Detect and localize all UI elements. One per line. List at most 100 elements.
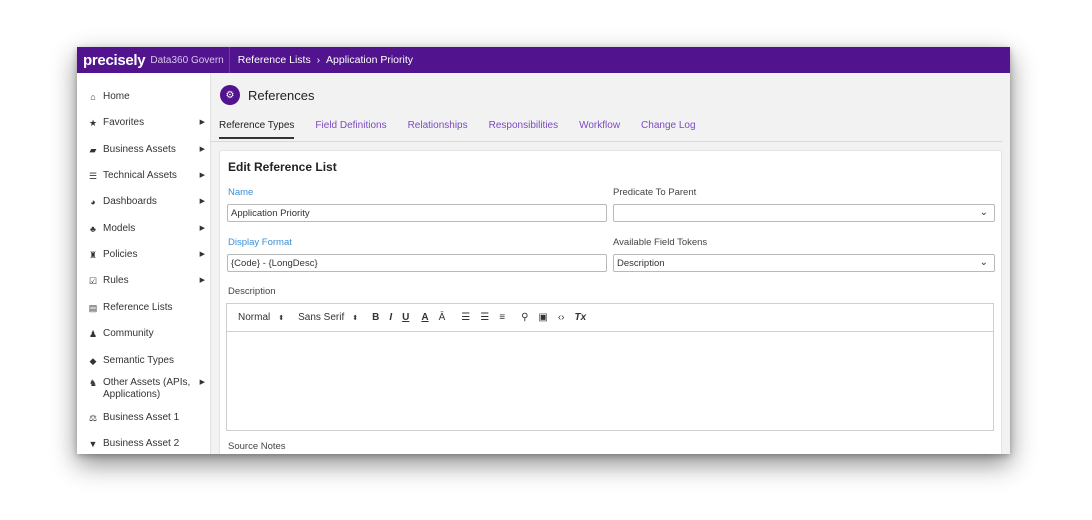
- sidebar-item-semantic-types[interactable]: ◆ Semantic Types: [77, 355, 210, 367]
- filter-icon: ▼: [88, 439, 98, 449]
- breadcrumb-separator-icon: ›: [316, 54, 321, 66]
- caret-right-icon: ▶: [199, 119, 205, 126]
- app-window: precisely Data360 Govern Reference Lists…: [77, 47, 1010, 454]
- bold-button[interactable]: B: [372, 312, 379, 324]
- description-label: Description: [228, 286, 276, 297]
- caret-right-icon: ▶: [199, 225, 205, 232]
- predicate-label: Predicate To Parent: [613, 187, 697, 198]
- book-icon: ▰: [89, 145, 97, 155]
- sidebar-item-label: Business Assets: [103, 144, 176, 155]
- tab-change-log[interactable]: Change Log: [641, 120, 696, 139]
- sidebar-item-business-asset-2[interactable]: ▼ Business Asset 2: [77, 438, 210, 450]
- top-bar: precisely Data360 Govern Reference Lists…: [77, 47, 1010, 73]
- product-name: Data360 Govern: [150, 54, 224, 66]
- main-content: ⚙ References Reference Types Field Defini…: [211, 73, 1010, 454]
- header-divider: [228, 47, 230, 73]
- caret-right-icon: ▶: [199, 172, 205, 179]
- sidebar-item-label: Other Assets (APIs, Applications): [103, 377, 191, 400]
- users-icon: ♟: [88, 329, 98, 339]
- predicate-select[interactable]: ⌄: [613, 204, 995, 222]
- tab-field-definitions[interactable]: Field Definitions: [315, 120, 386, 139]
- caret-right-icon: ▶: [199, 198, 205, 205]
- edit-reference-card: Edit Reference List Name Application Pri…: [219, 150, 1002, 454]
- tab-relationships[interactable]: Relationships: [408, 120, 468, 139]
- tab-reference-types[interactable]: Reference Types: [219, 120, 295, 139]
- sidebar: ⌂ Home ★ Favorites ▶ ▰ Business Assets ▶ ☰ Techni…: [77, 73, 211, 454]
- sidebar-item-policies[interactable]: ♜ Policies ▶: [77, 249, 210, 261]
- tab-responsibilities[interactable]: Responsibilities: [489, 120, 558, 139]
- sidebar-item-label: Business Asset 2: [103, 438, 180, 449]
- tokens-select[interactable]: Description ⌄: [613, 254, 995, 272]
- font-select[interactable]: Sans Serif ⬍: [298, 312, 358, 323]
- sidebar-item-label: Policies: [103, 249, 138, 260]
- ordered-list-button[interactable]: ☰: [461, 312, 470, 324]
- references-gear-icon: ⚙: [220, 85, 240, 105]
- format-select-value: Normal: [238, 312, 271, 323]
- sidebar-item-label: Home: [103, 91, 130, 102]
- list-icon: ▤: [88, 303, 98, 313]
- sidebar-item-home[interactable]: ⌂ Home: [77, 91, 210, 103]
- brand-logo[interactable]: precisely: [83, 52, 146, 69]
- editor-toolbar: Normal ⬍ Sans Serif ⬍ B I U A Ā ☰ ☰ ≡ ⚲ ▣ ‹› Tx: [227, 304, 993, 332]
- name-input[interactable]: Application Priority: [227, 204, 607, 222]
- tab-divider: [211, 141, 1002, 142]
- breadcrumb-reference-lists[interactable]: Reference Lists: [238, 54, 311, 66]
- image-button[interactable]: ▣: [538, 312, 547, 324]
- page-title: References: [248, 87, 315, 103]
- caret-right-icon: ▶: [199, 251, 205, 258]
- chevron-down-icon: ⌄: [979, 207, 988, 218]
- breadcrumb: Reference Lists › Application Priority: [238, 54, 413, 66]
- star-icon: ★: [88, 118, 98, 128]
- align-button[interactable]: ≡: [499, 312, 505, 324]
- tab-workflow[interactable]: Workflow: [579, 120, 620, 139]
- sidebar-item-rules[interactable]: ☑ Rules ▶: [77, 275, 210, 287]
- sidebar-item-community[interactable]: ♟ Community: [77, 328, 210, 340]
- description-editor: Normal ⬍ Sans Serif ⬍ B I U A Ā ☰ ☰ ≡ ⚲ ▣ ‹› Tx: [226, 303, 994, 431]
- sidebar-item-other-assets-apis-applications[interactable]: ♞ Other Assets (APIs, Applications) ▶: [77, 377, 210, 401]
- tokens-value: Description: [617, 258, 665, 269]
- caret-right-icon: ▶: [199, 277, 205, 284]
- updown-icon: ⬍: [278, 314, 285, 322]
- code-button[interactable]: ‹›: [558, 312, 565, 324]
- tags-icon: ◆: [89, 356, 97, 366]
- italic-button[interactable]: I: [389, 312, 392, 324]
- description-textarea[interactable]: [227, 332, 993, 430]
- form-title: Edit Reference List: [228, 160, 337, 174]
- sidebar-item-dashboards[interactable]: ◕ Dashboards ▶: [77, 196, 210, 208]
- checkbox-icon: ☑: [88, 276, 98, 286]
- underline-button[interactable]: U: [402, 312, 409, 324]
- sidebar-item-business-assets[interactable]: ▰ Business Assets ▶: [77, 144, 210, 156]
- sidebar-item-models[interactable]: ♣ Models ▶: [77, 223, 210, 235]
- sidebar-item-business-asset-1[interactable]: ⚖ Business Asset 1: [77, 412, 210, 424]
- home-icon: ⌂: [90, 92, 96, 102]
- caret-right-icon: ▶: [199, 146, 205, 153]
- caret-right-icon: ▶: [199, 379, 205, 386]
- binoculars-icon: ♞: [88, 378, 98, 388]
- link-button[interactable]: ⚲: [521, 312, 528, 324]
- sidebar-item-technical-assets[interactable]: ☰ Technical Assets ▶: [77, 170, 210, 182]
- tab-bar: Reference Types Field Definitions Relation…: [219, 120, 717, 139]
- chevron-down-icon: ⌄: [979, 257, 988, 268]
- display-format-label: Display Format: [228, 237, 292, 248]
- name-label: Name: [228, 187, 254, 198]
- sitemap-icon: ♣: [90, 224, 96, 234]
- font-select-value: Sans Serif: [298, 312, 345, 323]
- sidebar-item-reference-lists[interactable]: ▤ Reference Lists: [77, 302, 210, 314]
- section-header: ⚙ References: [220, 85, 314, 105]
- clear-format-button[interactable]: Tx: [575, 312, 587, 324]
- database-icon: ☰: [88, 171, 98, 181]
- sidebar-item-label: Favorites: [103, 117, 145, 128]
- highlight-button[interactable]: Ā: [439, 312, 446, 324]
- breadcrumb-current: Application Priority: [326, 54, 413, 66]
- sidebar-item-favorites[interactable]: ★ Favorites ▶: [77, 117, 210, 129]
- bullet-list-button[interactable]: ☰: [480, 312, 489, 324]
- sidebar-item-label: Community: [103, 328, 154, 339]
- balance-scale-icon: ⚖: [88, 413, 98, 423]
- updown-icon: ⬍: [352, 314, 359, 322]
- text-color-button[interactable]: A: [421, 312, 428, 324]
- display-format-input[interactable]: {Code} - {LongDesc}: [227, 254, 607, 272]
- sidebar-item-label: Business Asset 1: [103, 412, 180, 423]
- dashboard-icon: ◕: [90, 197, 96, 207]
- format-select[interactable]: Normal ⬍: [238, 312, 284, 323]
- sidebar-item-label: Technical Assets: [103, 170, 177, 181]
